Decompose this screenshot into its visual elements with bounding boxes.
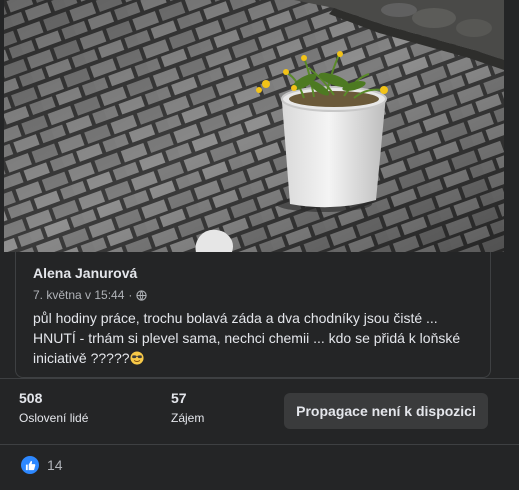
stats-divider-bottom — [0, 444, 519, 445]
post-photo[interactable] — [4, 0, 504, 252]
engagement-label: Zájem — [171, 411, 205, 425]
stats-divider-top — [0, 378, 519, 379]
post-date[interactable]: 7. května v 15:44 — [33, 288, 124, 302]
reactions-summary[interactable]: 14 — [21, 456, 63, 474]
post-author-name[interactable]: Alena Janurová — [33, 265, 137, 281]
post-insights-panel: Alena Janurová 7. května v 15:44 · půl h… — [0, 0, 519, 490]
shared-post-card[interactable]: Alena Janurová 7. května v 15:44 · půl h… — [15, 252, 491, 378]
post-text: půl hodiny práce, trochu bolavá záda a d… — [33, 308, 483, 368]
like-icon — [21, 456, 39, 474]
engagement-value: 57 — [171, 390, 187, 406]
reached-people-value: 508 — [19, 390, 43, 406]
globe-icon[interactable] — [136, 289, 148, 301]
engagement-stat: 57 Zájem — [171, 390, 204, 425]
smiling-face-with-sunglasses-emoji — [129, 351, 144, 365]
post-meta: 7. května v 15:44 · — [33, 288, 148, 302]
post-text-content: půl hodiny práce, trochu bolavá záda a d… — [33, 310, 461, 366]
meta-separator: · — [128, 288, 133, 302]
reached-people-stat: 508 Oslovení lidé — [19, 390, 88, 425]
reaction-count[interactable]: 14 — [47, 457, 63, 473]
reached-people-label: Oslovení lidé — [19, 411, 89, 425]
paving-stones-bucket-image — [4, 0, 504, 252]
promote-post-button[interactable]: Propagace není k dispozici — [284, 393, 488, 429]
